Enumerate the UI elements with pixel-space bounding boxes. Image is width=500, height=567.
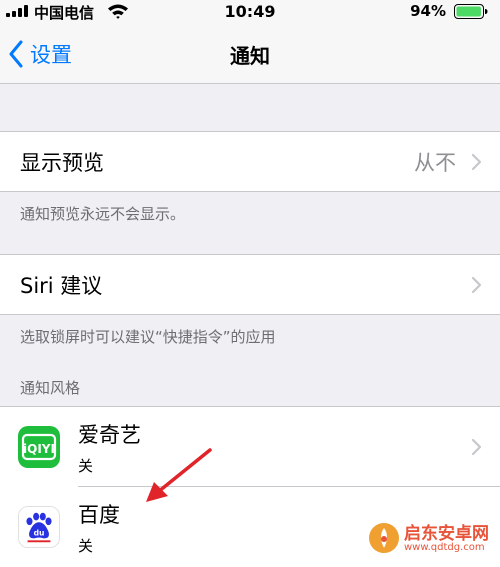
- status-bar: 中国电信 10:49 94%: [0, 0, 500, 24]
- navigation-bar: 设置 通知: [0, 24, 500, 84]
- watermark-url: www.qdtdg.com: [404, 542, 485, 553]
- chevron-right-icon: [471, 276, 482, 294]
- section-header-notification-style: 通知风格: [20, 379, 81, 397]
- svg-text:du: du: [34, 529, 45, 538]
- annotation-arrow-icon: [146, 448, 212, 502]
- show-previews-row[interactable]: 显示预览 从不: [0, 131, 500, 192]
- watermark-logo-icon: [369, 523, 399, 553]
- chevron-right-icon: [471, 438, 482, 456]
- app-row-iqiyi[interactable]: iQIYI 爱奇艺 关: [0, 407, 500, 487]
- app-notification-status: 关: [78, 457, 94, 475]
- siri-suggestions-row[interactable]: Siri 建议: [0, 254, 500, 315]
- watermark: 启东安卓网 www.qdtdg.com: [362, 514, 500, 563]
- app-notification-status: 关: [78, 537, 94, 555]
- page-title: 通知: [230, 44, 270, 68]
- siri-suggestions-label: Siri 建议: [20, 274, 103, 298]
- show-previews-value: 从不: [414, 151, 456, 175]
- siri-suggestions-footer: 选取锁屏时可以建议“快捷指令”的应用: [20, 328, 276, 346]
- show-previews-footer: 通知预览永远不会显示。: [20, 205, 186, 223]
- battery-percentage: 94%: [410, 2, 446, 20]
- battery-icon: [454, 4, 488, 19]
- watermark-name: 启东安卓网: [404, 524, 489, 544]
- iqiyi-icon: iQIYI: [18, 426, 60, 468]
- svg-text:iQIYI: iQIYI: [23, 442, 55, 456]
- app-name: 爱奇艺: [78, 423, 141, 447]
- show-previews-label: 显示预览: [20, 151, 104, 175]
- chevron-right-icon: [471, 153, 482, 171]
- baidu-icon: du: [18, 506, 60, 548]
- app-name: 百度: [78, 503, 120, 527]
